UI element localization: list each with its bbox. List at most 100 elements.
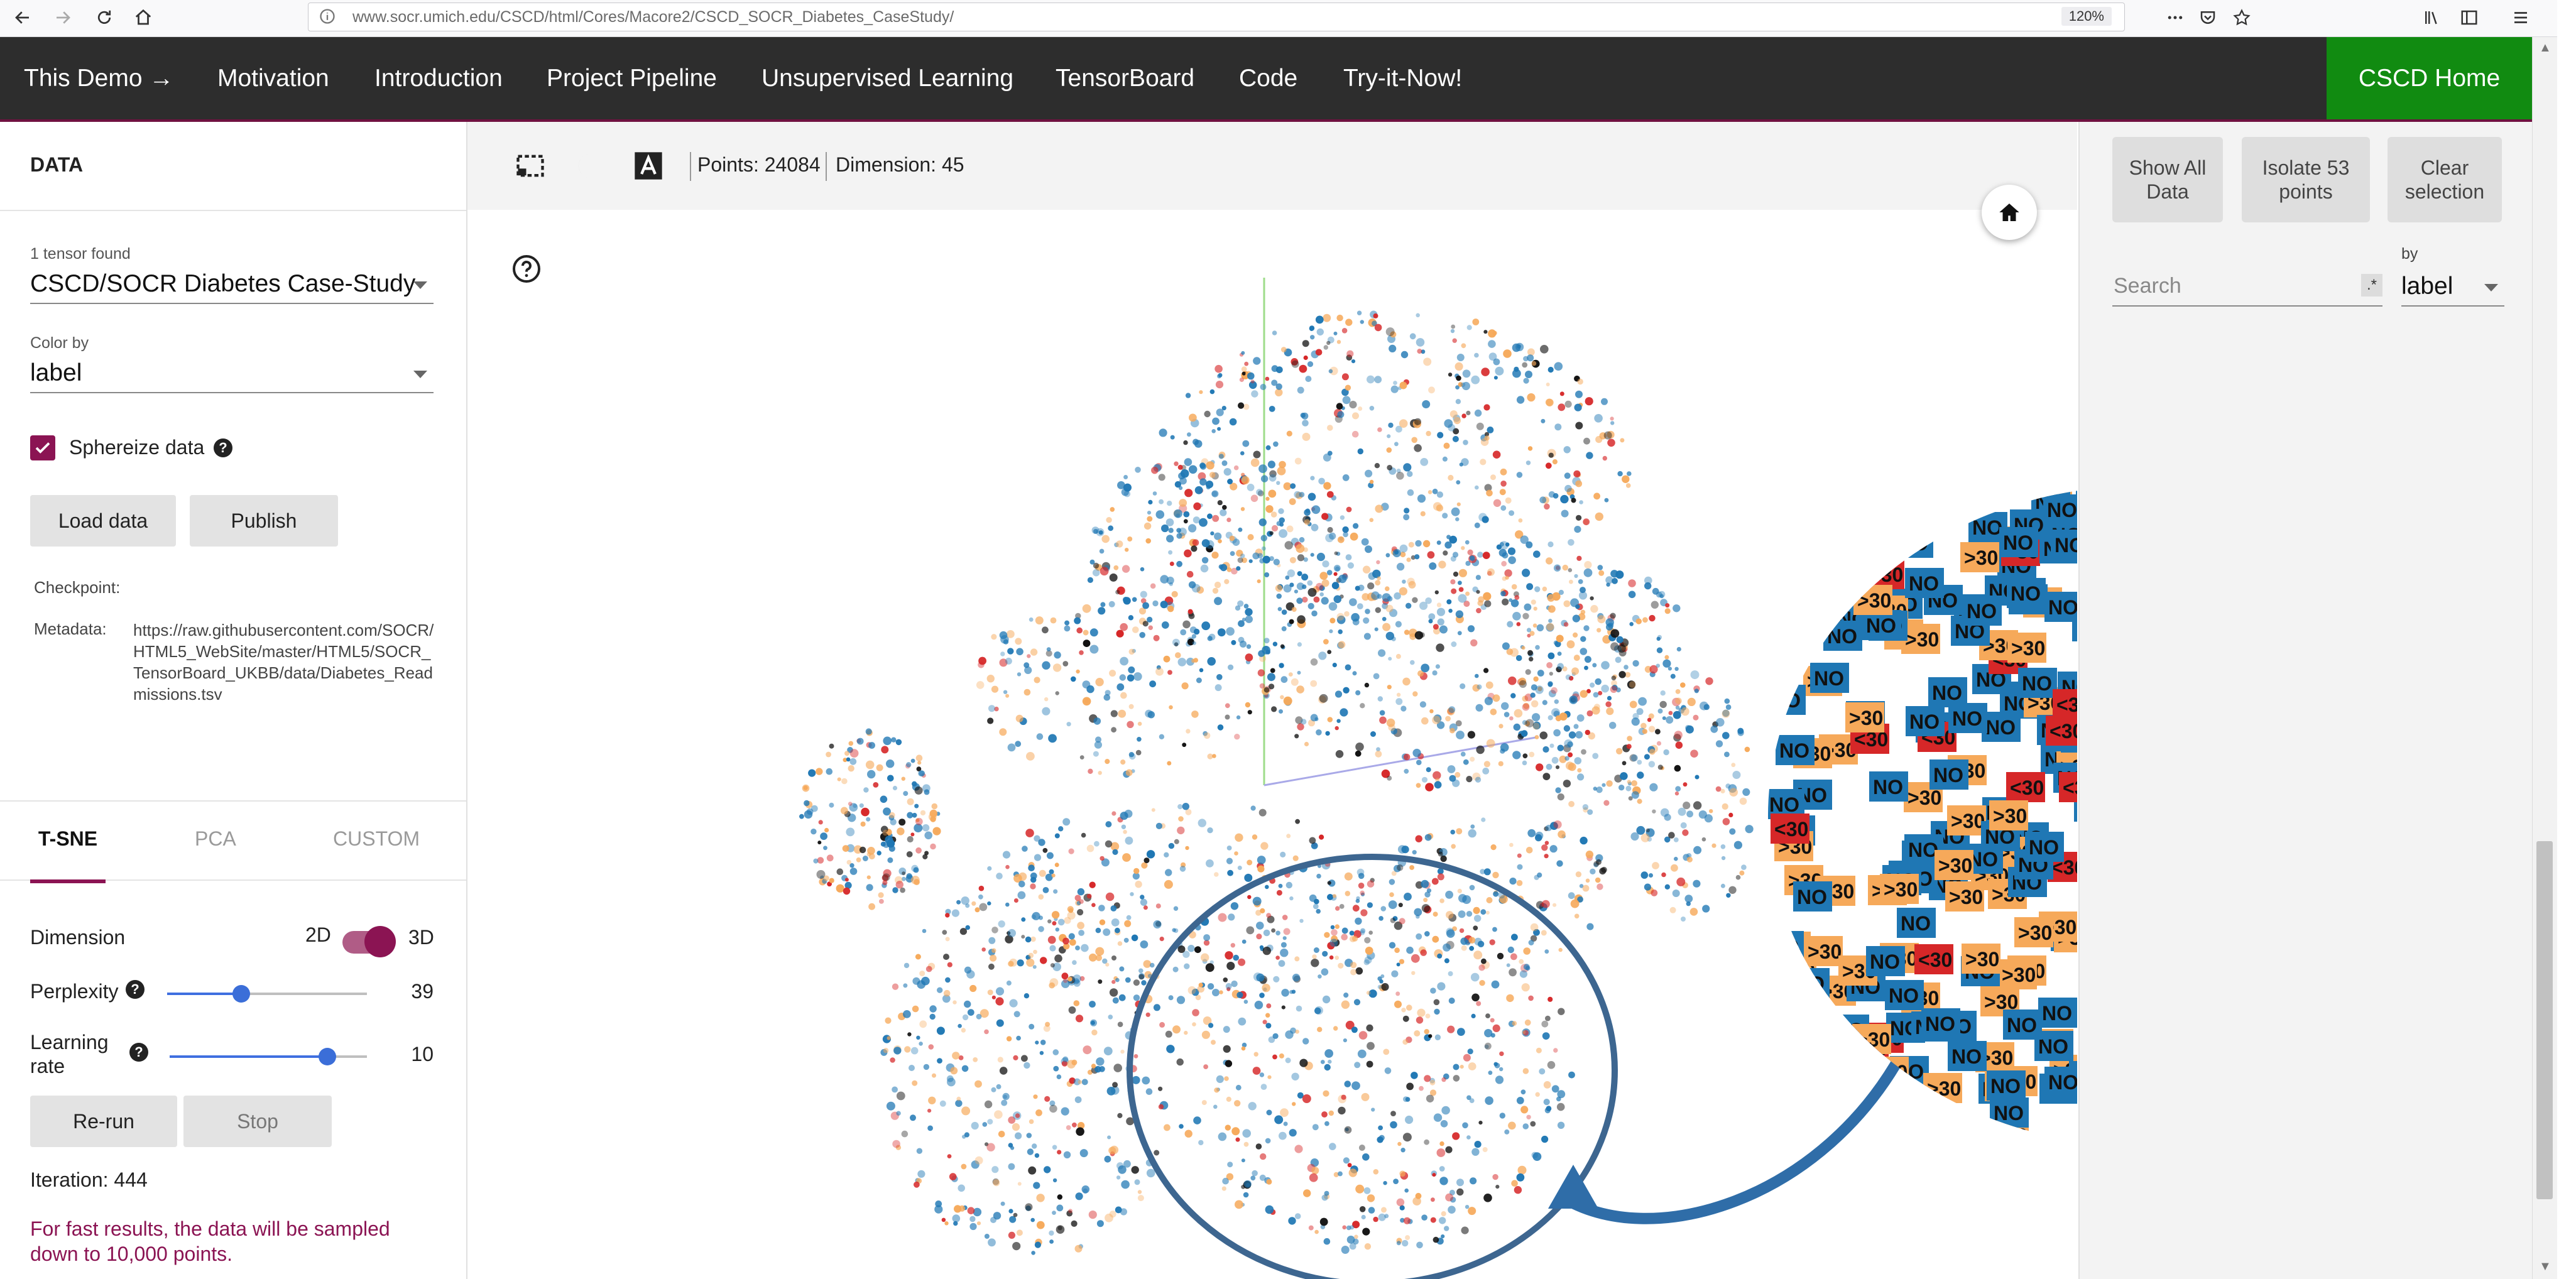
data-point[interactable]: [1574, 757, 1582, 765]
data-point[interactable]: [1138, 968, 1143, 974]
data-point[interactable]: [1008, 1231, 1015, 1239]
data-point[interactable]: [1500, 591, 1506, 597]
data-point[interactable]: [1260, 842, 1269, 850]
data-point[interactable]: [1469, 555, 1475, 561]
data-point[interactable]: [1069, 939, 1076, 946]
data-point[interactable]: [1103, 928, 1111, 936]
data-point[interactable]: [1174, 509, 1182, 518]
data-point[interactable]: [1378, 916, 1384, 921]
data-point[interactable]: [1606, 582, 1610, 587]
data-point[interactable]: [1649, 873, 1653, 878]
data-point[interactable]: [1454, 362, 1463, 371]
data-point[interactable]: [1522, 612, 1529, 619]
data-point[interactable]: [930, 843, 936, 850]
data-point[interactable]: [1444, 1226, 1449, 1231]
data-point[interactable]: [1385, 553, 1390, 558]
data-point[interactable]: [1509, 598, 1513, 602]
data-point[interactable]: [1332, 663, 1337, 668]
data-point[interactable]: [1456, 375, 1461, 381]
data-point[interactable]: [1042, 707, 1051, 716]
data-point[interactable]: [1006, 1036, 1012, 1042]
data-point[interactable]: [1015, 714, 1023, 722]
regex-toggle[interactable]: .*: [2361, 274, 2382, 297]
data-point[interactable]: [1127, 674, 1135, 682]
data-point[interactable]: [1579, 500, 1583, 504]
data-point[interactable]: [1520, 535, 1529, 544]
data-point[interactable]: [1698, 810, 1707, 819]
data-point[interactable]: [924, 831, 932, 840]
data-point[interactable]: [1203, 1064, 1208, 1069]
data-point[interactable]: [1452, 435, 1459, 442]
data-point[interactable]: [1636, 825, 1645, 835]
data-point[interactable]: [1468, 937, 1476, 944]
data-point[interactable]: [868, 742, 875, 749]
data-point[interactable]: [1226, 846, 1232, 851]
data-point[interactable]: [1140, 591, 1147, 598]
data-point[interactable]: [1607, 438, 1615, 447]
data-point[interactable]: [1074, 1096, 1082, 1103]
data-point[interactable]: [1373, 1169, 1379, 1175]
data-point[interactable]: [1032, 965, 1037, 969]
data-point[interactable]: [1533, 676, 1539, 682]
data-point[interactable]: [892, 1140, 900, 1148]
data-point[interactable]: [1072, 1122, 1077, 1128]
data-point[interactable]: [1338, 641, 1346, 648]
data-point[interactable]: [1660, 690, 1666, 696]
data-point[interactable]: [1280, 676, 1288, 683]
data-point[interactable]: [1311, 505, 1321, 514]
data-point[interactable]: [1593, 493, 1600, 500]
data-point[interactable]: [1265, 1205, 1274, 1214]
data-point[interactable]: [1452, 1132, 1460, 1140]
data-point[interactable]: [1390, 1121, 1397, 1129]
data-point[interactable]: [1490, 1018, 1495, 1023]
data-point[interactable]: [1250, 458, 1260, 467]
data-point[interactable]: [1377, 427, 1382, 432]
data-point[interactable]: [1187, 432, 1191, 437]
data-point[interactable]: [1580, 836, 1588, 845]
data-point[interactable]: [1675, 786, 1681, 792]
data-point[interactable]: [1265, 1138, 1271, 1144]
data-point[interactable]: [1152, 600, 1159, 607]
data-point[interactable]: [1148, 625, 1154, 630]
data-point[interactable]: [1352, 671, 1357, 676]
data-point[interactable]: [1179, 499, 1187, 507]
data-point[interactable]: [1391, 970, 1399, 977]
data-point[interactable]: [1527, 393, 1536, 402]
data-point[interactable]: [999, 728, 1007, 736]
data-point[interactable]: [1143, 857, 1150, 864]
data-point[interactable]: [1035, 1040, 1039, 1045]
data-point[interactable]: [1100, 856, 1105, 861]
data-point[interactable]: [1448, 1206, 1456, 1214]
data-point[interactable]: [1183, 440, 1188, 445]
data-point[interactable]: [1666, 716, 1674, 724]
data-point[interactable]: [961, 1163, 967, 1170]
data-point[interactable]: [1275, 584, 1283, 592]
data-point[interactable]: [1473, 950, 1483, 960]
data-point[interactable]: [1278, 883, 1283, 888]
data-point[interactable]: [1169, 562, 1174, 566]
data-point[interactable]: [1465, 591, 1470, 596]
data-point[interactable]: [1352, 412, 1359, 420]
data-point[interactable]: [1121, 824, 1127, 830]
data-point[interactable]: [1505, 497, 1512, 504]
data-point[interactable]: [1394, 1000, 1402, 1008]
data-point[interactable]: [1378, 1125, 1383, 1131]
data-point[interactable]: [1192, 1009, 1199, 1016]
data-point[interactable]: [1724, 698, 1730, 704]
data-point[interactable]: [1492, 871, 1499, 879]
back-icon[interactable]: [9, 4, 36, 31]
data-point[interactable]: [1111, 979, 1116, 984]
data-point[interactable]: [1405, 602, 1412, 609]
data-point[interactable]: [903, 962, 910, 969]
data-point[interactable]: [1052, 1145, 1057, 1150]
data-point[interactable]: [1334, 551, 1338, 555]
data-point[interactable]: [1307, 493, 1316, 501]
data-point[interactable]: [1437, 982, 1446, 991]
data-point[interactable]: [1611, 675, 1617, 681]
data-point[interactable]: [1510, 953, 1517, 961]
data-point[interactable]: [1500, 505, 1507, 511]
data-point[interactable]: [999, 1067, 1008, 1075]
data-point[interactable]: [1303, 1189, 1311, 1197]
data-point[interactable]: [1110, 905, 1117, 912]
data-point[interactable]: [1165, 1030, 1172, 1038]
